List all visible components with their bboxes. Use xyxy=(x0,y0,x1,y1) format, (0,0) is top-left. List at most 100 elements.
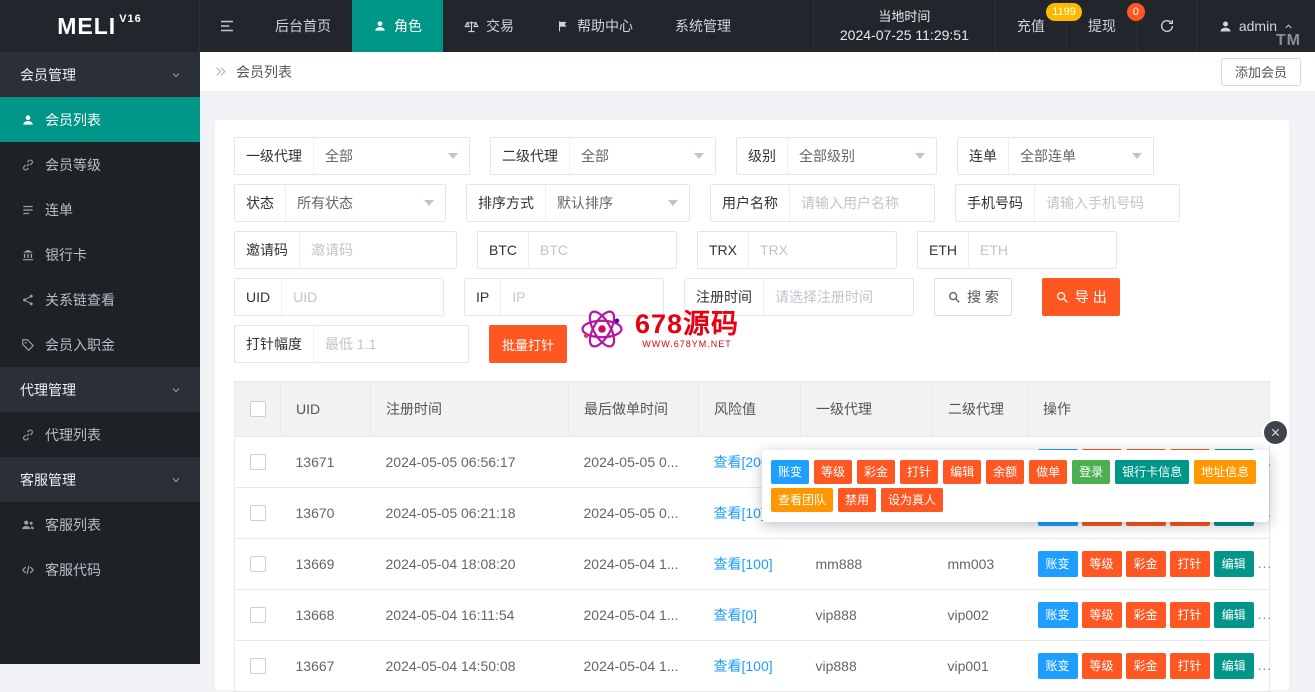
invite-code-input[interactable] xyxy=(300,232,456,268)
menu-toggle-icon[interactable] xyxy=(200,0,254,52)
action-level[interactable]: 等级 xyxy=(1081,653,1122,679)
cell-uid: 13667 xyxy=(280,640,371,692)
nav-item-dashboard[interactable]: 后台首页 xyxy=(254,0,352,52)
more-actions[interactable]: ... xyxy=(1258,657,1273,673)
action-inject[interactable]: 打针 xyxy=(1169,551,1210,577)
trx-input[interactable] xyxy=(749,232,896,268)
sidebar-item-agent-list[interactable]: 代理列表 xyxy=(0,412,200,457)
action-bonus[interactable]: 彩金 xyxy=(1125,602,1166,628)
popup-action-bank-info[interactable]: 银行卡信息 xyxy=(1115,460,1190,484)
popup-action-account-change[interactable]: 账变 xyxy=(771,460,810,484)
sidebar-item-cs-list[interactable]: 客服列表 xyxy=(0,502,200,547)
level-select[interactable]: 全部级别 xyxy=(788,146,936,166)
liandan-select[interactable]: 全部连单 xyxy=(1009,146,1153,166)
group-label: 代理管理 xyxy=(20,381,76,398)
action-edit[interactable]: 编辑 xyxy=(1213,653,1254,679)
recharge-button[interactable]: 充值 1199 xyxy=(994,0,1082,52)
filter-btc: BTC xyxy=(477,231,677,269)
export-button[interactable]: 导 出 xyxy=(1041,278,1120,316)
action-account-change[interactable]: 账变 xyxy=(1037,551,1078,577)
uid-input[interactable] xyxy=(282,279,443,315)
sidebar-group-member-mgmt[interactable]: 会员管理 xyxy=(0,52,200,97)
watermark-url: WWW.678YM.NET xyxy=(642,339,732,349)
sidebar-item-cs-code[interactable]: 客服代码 xyxy=(0,547,200,592)
agent1-select[interactable]: 全部 xyxy=(314,146,469,166)
popup-action-edit[interactable]: 编辑 xyxy=(943,460,982,484)
sidebar-item-member-level[interactable]: 会员等级 xyxy=(0,142,200,187)
item-label: 客服代码 xyxy=(45,561,101,578)
popup-actions-row-1: 账变 等级 彩金 打针 编辑 余额 做单 登录 银行卡信息 地址信息 xyxy=(771,460,1260,484)
username-input[interactable] xyxy=(790,185,934,221)
sidebar-group-agent-mgmt[interactable]: 代理管理 xyxy=(0,367,200,412)
popup-action-disable[interactable]: 禁用 xyxy=(838,488,877,512)
chevron-down-icon xyxy=(170,69,182,81)
select-value: 全部级别 xyxy=(799,148,855,164)
action-edit[interactable]: 编辑 xyxy=(1213,602,1254,628)
risk-view-link[interactable]: 查看[0] xyxy=(714,607,758,623)
sidebar-group-cs-mgmt[interactable]: 客服管理 xyxy=(0,457,200,502)
popup-action-make-order[interactable]: 做单 xyxy=(1029,460,1068,484)
action-account-change[interactable]: 账变 xyxy=(1037,602,1078,628)
eth-input[interactable] xyxy=(969,232,1116,268)
filter-label: 手机号码 xyxy=(956,185,1035,221)
close-icon[interactable] xyxy=(1264,421,1287,444)
more-actions[interactable]: ... xyxy=(1258,555,1273,571)
sidebar-item-member-entry-fund[interactable]: 会员入职金 xyxy=(0,322,200,367)
nav-item-trade[interactable]: 交易 xyxy=(443,0,535,52)
agent2-select[interactable]: 全部 xyxy=(570,146,715,166)
action-inject[interactable]: 打针 xyxy=(1169,602,1210,628)
person-icon xyxy=(20,113,35,127)
popup-action-level[interactable]: 等级 xyxy=(814,460,853,484)
risk-view-link[interactable]: 查看[10] xyxy=(714,505,765,521)
local-time-value: 2024-07-25 11:29:51 xyxy=(839,27,969,43)
select-value: 默认排序 xyxy=(557,195,613,211)
inject-range-input[interactable] xyxy=(314,326,468,362)
reg-time-input[interactable] xyxy=(764,279,913,315)
row-checkbox[interactable] xyxy=(249,658,266,674)
row-checkbox[interactable] xyxy=(249,556,266,572)
risk-view-link[interactable]: 查看[100] xyxy=(714,556,773,572)
sort-select[interactable]: 默认排序 xyxy=(546,193,689,213)
popup-action-balance[interactable]: 余额 xyxy=(986,460,1025,484)
popup-action-bonus[interactable]: 彩金 xyxy=(857,460,896,484)
header-uid: UID xyxy=(280,381,371,437)
sidebar-item-member-list[interactable]: 会员列表 xyxy=(0,97,200,142)
phone-input[interactable] xyxy=(1035,185,1179,221)
popup-action-login[interactable]: 登录 xyxy=(1072,460,1111,484)
cell-last-order-time: 2024-05-04 1... xyxy=(568,538,699,590)
logo-text: MELI xyxy=(57,12,117,39)
action-account-change[interactable]: 账变 xyxy=(1037,653,1078,679)
action-level[interactable]: 等级 xyxy=(1081,551,1122,577)
action-inject[interactable]: 打针 xyxy=(1169,653,1210,679)
row-checkbox[interactable] xyxy=(249,454,266,470)
flag-icon xyxy=(556,19,570,33)
row-checkbox[interactable] xyxy=(249,505,266,521)
add-member-button[interactable]: 添加会员 xyxy=(1220,57,1301,86)
more-actions[interactable]: ... xyxy=(1258,606,1273,622)
sidebar-item-bank-card[interactable]: 银行卡 xyxy=(0,232,200,277)
search-button[interactable]: 搜 索 xyxy=(934,278,1012,316)
risk-view-link[interactable]: 查看[100] xyxy=(714,658,773,674)
action-bonus[interactable]: 彩金 xyxy=(1125,653,1166,679)
batch-inject-button[interactable]: 批量打针 xyxy=(489,325,568,363)
sidebar-item-relationship-chain[interactable]: 关系链查看 xyxy=(0,277,200,322)
sidebar-item-chain-orders[interactable]: 连单 xyxy=(0,187,200,232)
popup-action-set-real[interactable]: 设为真人 xyxy=(881,488,944,512)
btc-input[interactable] xyxy=(529,232,676,268)
chevron-up-icon xyxy=(1283,21,1294,32)
action-edit[interactable]: 编辑 xyxy=(1213,551,1254,577)
select-all-checkbox[interactable] xyxy=(249,401,266,417)
popup-action-inject[interactable]: 打针 xyxy=(900,460,939,484)
status-select[interactable]: 所有状态 xyxy=(286,193,445,213)
action-level[interactable]: 等级 xyxy=(1081,602,1122,628)
nav-item-system[interactable]: 系统管理 xyxy=(654,0,752,52)
popup-action-view-team[interactable]: 查看团队 xyxy=(771,488,834,512)
member-list-card: 一级代理 全部 二级代理 全部 级别 全部级别 连单 全部连单 状态 所有状态 … xyxy=(215,120,1289,692)
row-checkbox[interactable] xyxy=(249,607,266,623)
popup-action-address-info[interactable]: 地址信息 xyxy=(1194,460,1257,484)
action-bonus[interactable]: 彩金 xyxy=(1125,551,1166,577)
cell-reg-time: 2024-05-05 06:21:18 xyxy=(370,487,569,539)
nav-item-help[interactable]: 帮助中心 xyxy=(535,0,654,52)
refresh-button[interactable] xyxy=(1136,0,1196,52)
nav-item-roles[interactable]: 角色 xyxy=(352,0,443,52)
